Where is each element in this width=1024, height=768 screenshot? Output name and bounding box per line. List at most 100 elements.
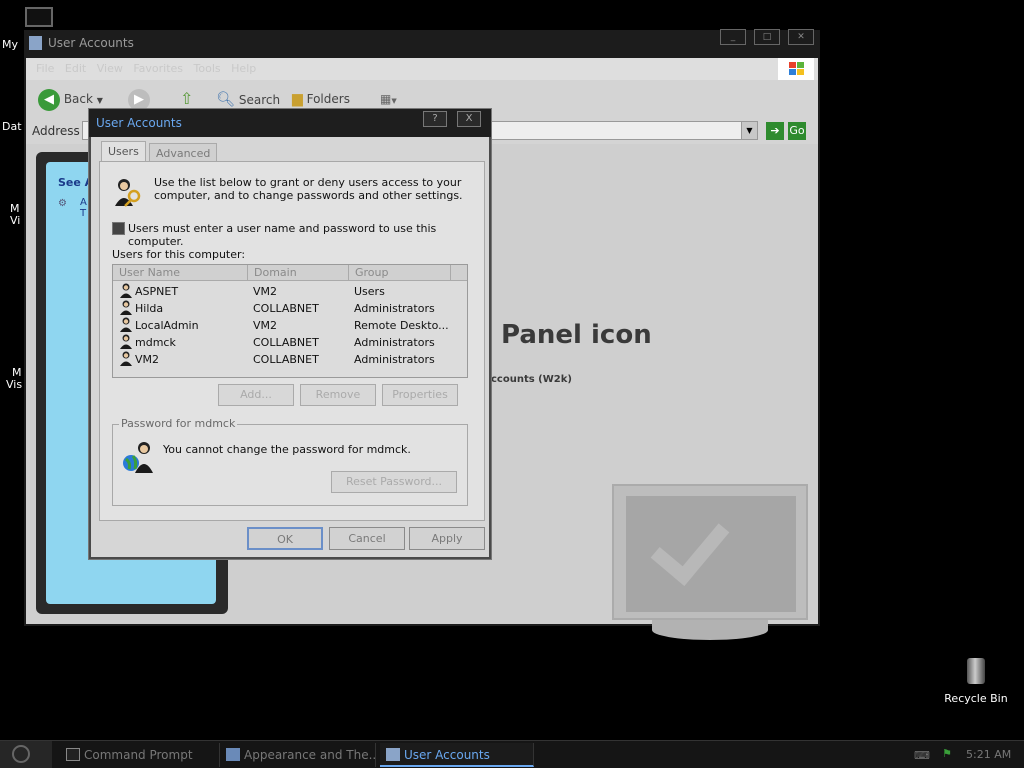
start-orb-icon (12, 745, 30, 763)
control-panel-icon (226, 748, 240, 761)
desktop-label-dat[interactable]: Dat (2, 120, 22, 133)
users-list[interactable]: User Name Domain Group ASPNET VM2 Users Hil… (112, 264, 468, 378)
properties-button[interactable]: Properties (382, 384, 458, 406)
monitor-illustration-icon (612, 484, 808, 620)
go-button[interactable]: ➔ Go (766, 122, 810, 140)
cell-domain: COLLABNET (253, 353, 319, 366)
up-folder-icon[interactable]: ⇧ (180, 88, 193, 110)
users-list-header: User Name Domain Group (113, 265, 467, 281)
ok-button[interactable]: OK (247, 527, 323, 550)
task-appearance[interactable]: Appearance and The... (220, 743, 376, 767)
apply-button[interactable]: Apply (409, 527, 485, 550)
task-user-accounts-label: User Accounts (404, 748, 490, 762)
reset-password-button[interactable]: Reset Password... (331, 471, 457, 493)
add-button[interactable]: Add... (218, 384, 294, 406)
desktop-label-vis[interactable]: Vis (6, 378, 22, 391)
users-key-icon (115, 179, 141, 207)
address-dropdown-icon[interactable]: ▼ (741, 121, 758, 140)
back-dropdown-icon[interactable]: ▼ (97, 96, 103, 105)
back-arrow-icon: ◀ (38, 88, 60, 111)
cell-domain: VM2 (253, 285, 278, 298)
cell-user-name: VM2 (135, 353, 160, 366)
views-button[interactable]: ▦▼ (380, 88, 397, 110)
require-password-label[interactable]: Users must enter a user name and passwor… (128, 222, 484, 248)
network-icon[interactable]: ⚑ (942, 747, 952, 760)
folders-icon: ▆ (292, 91, 303, 107)
go-arrow-icon: ➔ (766, 122, 784, 140)
table-row[interactable]: VM2 COLLABNET Administrators (113, 351, 467, 368)
recycle-bin[interactable]: Recycle Bin (940, 658, 1012, 705)
menu-file[interactable]: File (36, 62, 54, 75)
clock[interactable]: 5:21 AM (966, 748, 1011, 761)
search-button[interactable]: 🔍︎ Search (216, 88, 280, 110)
task-appearance-label: Appearance and The... (244, 748, 376, 762)
menu-edit[interactable]: Edit (65, 62, 86, 75)
back-button[interactable]: ◀ Back ▼ (38, 88, 103, 111)
user-icon (120, 300, 132, 315)
intro-text: Use the list below to grant or deny user… (154, 176, 463, 202)
user-globe-icon (123, 442, 153, 473)
maximize-button[interactable]: □ (754, 29, 780, 45)
explorer-titlebar[interactable]: User Accounts _ □ ✕ (24, 29, 820, 58)
menu-view[interactable]: View (97, 62, 123, 75)
close-button[interactable]: ✕ (788, 29, 814, 45)
views-dropdown-icon: ▼ (391, 97, 397, 105)
desktop-label-my[interactable]: My (2, 38, 18, 51)
user-accounts-task-icon (386, 748, 400, 761)
menu-favorites[interactable]: Favorites (133, 62, 183, 75)
back-label: Back (63, 92, 93, 106)
desktop-label-vi[interactable]: Vi (10, 214, 20, 227)
task-command-prompt-label: Command Prompt (84, 748, 193, 762)
menu-bar: File Edit View Favorites Tools Help (26, 58, 818, 80)
dialog-title: User Accounts (96, 116, 182, 130)
tab-users[interactable]: Users (101, 141, 146, 163)
users-tab-panel: Use the list below to grant or deny user… (99, 161, 485, 521)
cell-group: Remote Deskto... (354, 319, 449, 332)
user-icon (120, 283, 132, 298)
cell-group: Users (354, 285, 385, 298)
my-computer-icon[interactable] (25, 7, 53, 27)
column-group[interactable]: Group (349, 265, 451, 281)
password-groupbox: Password for mdmck You cannot change the… (112, 417, 468, 506)
help-button[interactable]: ? (423, 111, 447, 127)
forward-button[interactable]: ▶ (128, 88, 150, 111)
folders-label: Folders (306, 92, 350, 106)
cell-group: Administrators (354, 336, 435, 349)
recycle-bin-icon (967, 658, 985, 684)
cell-user-name: LocalAdmin (135, 319, 199, 332)
task-user-accounts[interactable]: User Accounts (380, 743, 534, 767)
password-group-legend: Password for mdmck (119, 417, 238, 430)
table-row[interactable]: mdmck COLLABNET Administrators (113, 334, 467, 351)
task-command-prompt[interactable]: Command Prompt (60, 743, 220, 767)
minimize-button[interactable]: _ (720, 29, 746, 45)
dialog-close-button[interactable]: X (457, 111, 481, 127)
user-icon (120, 317, 132, 332)
views-icon: ▦ (380, 92, 392, 106)
keyboard-icon[interactable]: ⌨ (914, 749, 930, 762)
tab-advanced[interactable]: Advanced (149, 143, 218, 163)
checkmark-icon (650, 504, 730, 586)
cancel-button[interactable]: Cancel (329, 527, 405, 550)
cell-domain: COLLABNET (253, 302, 319, 315)
menu-tools[interactable]: Tools (194, 62, 221, 75)
table-row[interactable]: Hilda COLLABNET Administrators (113, 300, 467, 317)
menu-help[interactable]: Help (231, 62, 256, 75)
go-label: Go (788, 122, 806, 140)
see-also-item[interactable]: ⚙ A T (58, 197, 87, 219)
page-subtext: ccounts (W2k) (491, 374, 572, 385)
see-also-item-line1: A (80, 197, 87, 208)
cell-domain: VM2 (253, 319, 278, 332)
start-button[interactable] (0, 741, 52, 768)
dialog-titlebar[interactable]: User Accounts ? X (89, 109, 491, 137)
column-user-name[interactable]: User Name (113, 265, 248, 281)
recycle-bin-label: Recycle Bin (944, 692, 1008, 705)
require-password-checkbox[interactable] (112, 222, 125, 235)
folders-button[interactable]: ▆ Folders (292, 88, 350, 110)
table-row[interactable]: ASPNET VM2 Users (113, 283, 467, 300)
table-row[interactable]: LocalAdmin VM2 Remote Deskto... (113, 317, 467, 334)
command-prompt-icon (66, 748, 80, 761)
remove-button[interactable]: Remove (300, 384, 376, 406)
page-heading: Panel icon (501, 320, 652, 350)
windows-logo-icon (778, 58, 814, 80)
column-domain[interactable]: Domain (248, 265, 349, 281)
